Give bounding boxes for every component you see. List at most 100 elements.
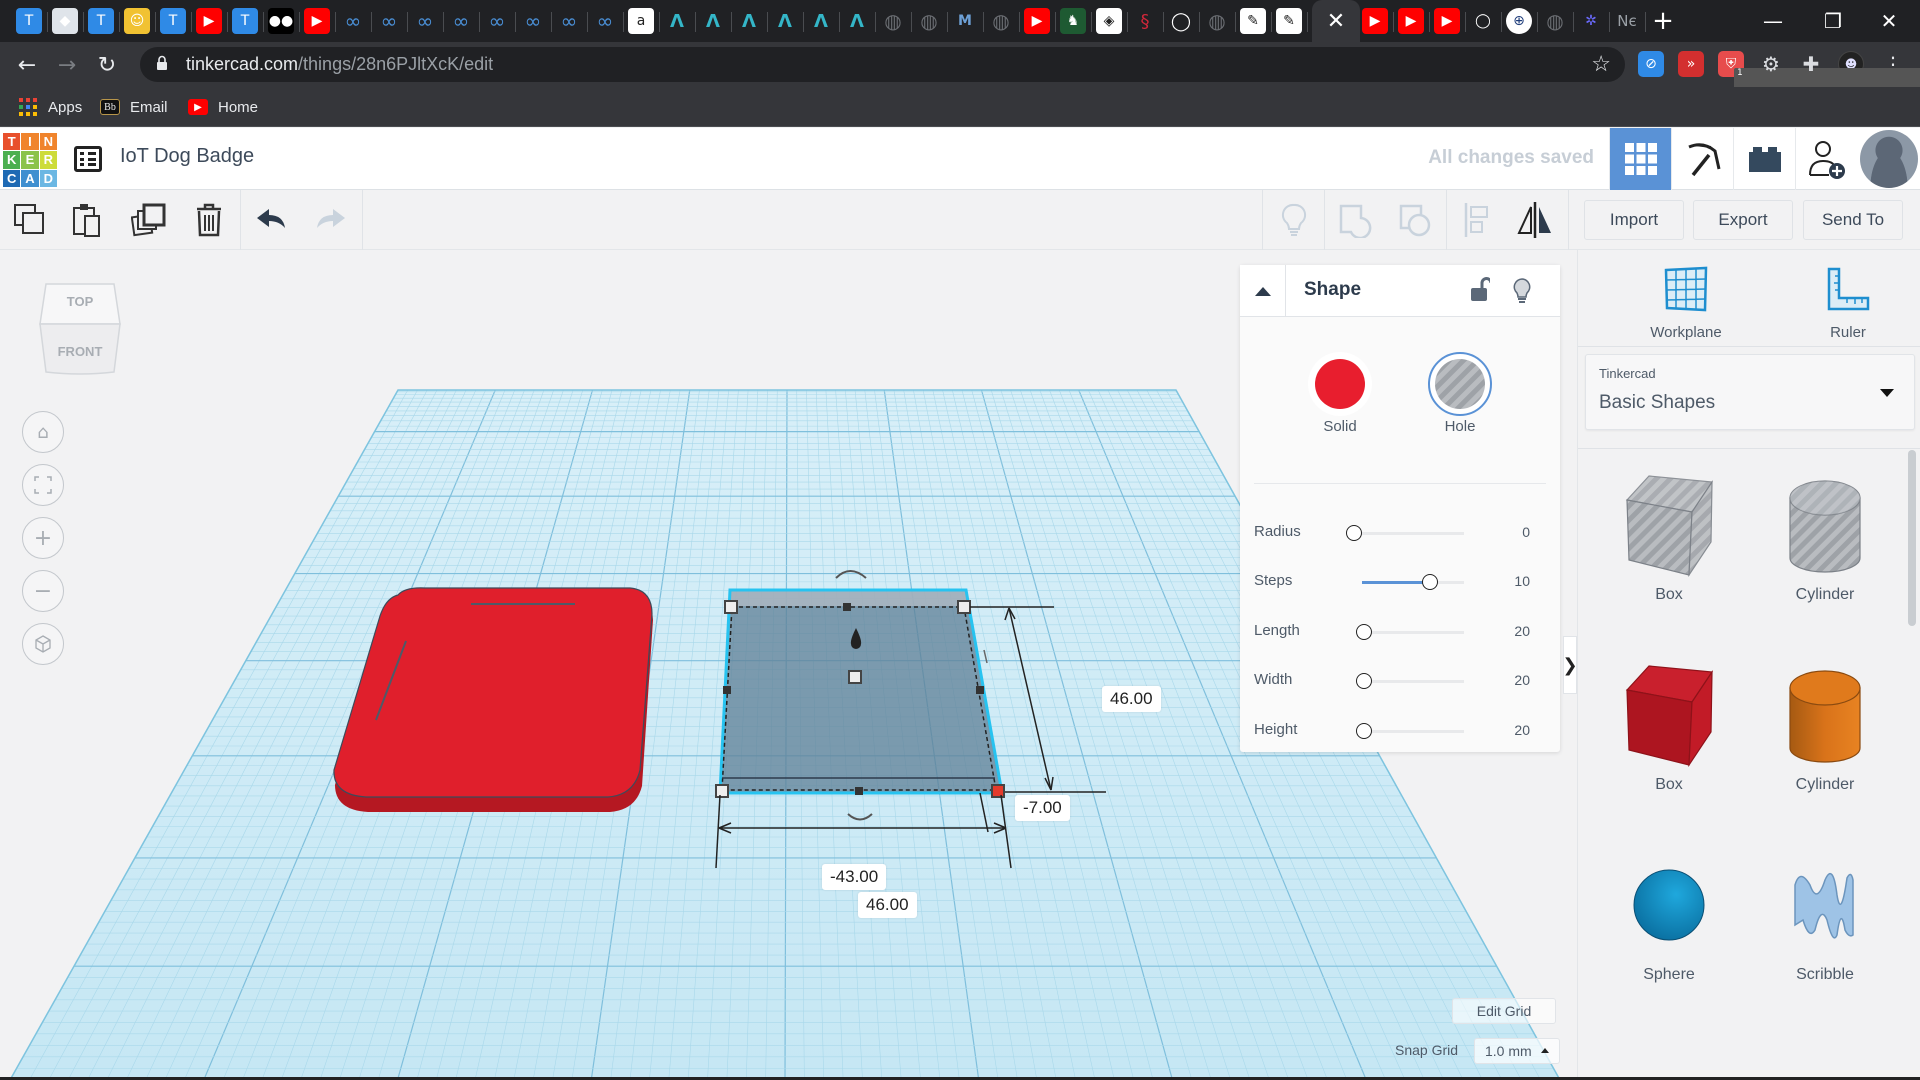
- autodesk-icon[interactable]: Λ: [700, 8, 726, 34]
- view-cube[interactable]: TOP FRONT: [38, 280, 122, 380]
- align-button[interactable]: [1455, 198, 1499, 242]
- workplane-tool[interactable]: Workplane: [1626, 266, 1746, 341]
- github-icon[interactable]: ◯: [1168, 8, 1194, 34]
- library-scrollbar[interactable]: [1908, 450, 1916, 626]
- property-value[interactable]: 10: [1514, 573, 1530, 589]
- puzzle-icon[interactable]: ✚: [1798, 51, 1824, 77]
- globe-icon[interactable]: ◍: [1204, 8, 1230, 34]
- edit-grid-button[interactable]: Edit Grid: [1452, 998, 1556, 1024]
- infinity-icon[interactable]: ∞: [340, 8, 366, 34]
- property-value[interactable]: 20: [1514, 672, 1530, 688]
- tinkercad-t-icon[interactable]: T: [16, 8, 42, 34]
- shape-sphere[interactable]: Sphere: [1604, 850, 1734, 1020]
- slider-knob[interactable]: [1346, 525, 1362, 541]
- university-seal-icon[interactable]: ⊕: [1506, 8, 1532, 34]
- undo-button[interactable]: [250, 198, 294, 242]
- dimension-x-offset[interactable]: -43.00: [822, 864, 887, 890]
- new-tab-button[interactable]: +: [1640, 6, 1686, 36]
- copy-button[interactable]: [8, 198, 52, 242]
- forward-button[interactable]: →: [52, 50, 82, 80]
- medium-icon[interactable]: ●●: [268, 8, 294, 34]
- amazon-icon[interactable]: a: [628, 8, 654, 34]
- collapse-inspector-button[interactable]: [1240, 265, 1286, 317]
- sketch-icon[interactable]: ✎: [1240, 8, 1266, 34]
- mirror-button[interactable]: [1513, 198, 1557, 242]
- fast-forward-icon[interactable]: »: [1678, 51, 1704, 77]
- drone-icon[interactable]: ✲: [1578, 8, 1604, 34]
- tinkercad-t-icon[interactable]: T: [160, 8, 186, 34]
- block-icon[interactable]: ⊘: [1638, 51, 1664, 77]
- bookmark-apps[interactable]: Apps: [18, 95, 82, 119]
- slider-knob[interactable]: [1421, 574, 1438, 590]
- youtube-icon[interactable]: ▶: [304, 8, 330, 34]
- shape-box[interactable]: Box: [1604, 660, 1734, 830]
- snap-grid-select[interactable]: 1.0 mm: [1474, 1038, 1560, 1064]
- edge-handle[interactable]: [855, 787, 863, 795]
- hole-button[interactable]: [1428, 352, 1492, 416]
- red-logo-icon[interactable]: §: [1132, 8, 1158, 34]
- property-value[interactable]: 20: [1514, 623, 1530, 639]
- slider-track[interactable]: [1364, 730, 1464, 733]
- invite-user-button[interactable]: [1795, 128, 1857, 190]
- resize-handle[interactable]: [957, 600, 971, 614]
- home-view-button[interactable]: ⌂: [22, 411, 64, 453]
- m-logo-icon[interactable]: M: [952, 8, 978, 34]
- sketch-icon[interactable]: ✎: [1276, 8, 1302, 34]
- property-value[interactable]: 20: [1514, 722, 1530, 738]
- view-cube-front[interactable]: FRONT: [38, 344, 122, 359]
- tinkercad-t-icon[interactable]: T: [88, 8, 114, 34]
- dimension-width[interactable]: 46.00: [858, 892, 917, 918]
- maximize-button[interactable]: ❐: [1810, 6, 1856, 36]
- slider-knob[interactable]: [1356, 723, 1372, 739]
- shape-cylinder[interactable]: Cylinder: [1760, 660, 1890, 830]
- tinkercad-t-icon[interactable]: T: [232, 8, 258, 34]
- show-all-button[interactable]: [1272, 198, 1316, 242]
- bookmark-email[interactable]: Bb Email: [100, 95, 168, 119]
- slider-track[interactable]: [1364, 631, 1464, 634]
- infinity-icon[interactable]: ∞: [592, 8, 618, 34]
- ungroup-button[interactable]: [1393, 198, 1437, 242]
- close-tab-icon[interactable]: ✕: [1327, 9, 1345, 34]
- hide-toggle[interactable]: [1512, 277, 1532, 309]
- autodesk-icon[interactable]: Λ: [772, 8, 798, 34]
- perspective-toggle-button[interactable]: [22, 623, 64, 665]
- send-to-button[interactable]: Send To: [1803, 200, 1903, 240]
- tinkercad-logo[interactable]: TINKERCAD: [3, 133, 57, 187]
- fit-view-button[interactable]: [22, 464, 64, 506]
- diamond-crest-icon[interactable]: ◈: [1096, 8, 1122, 34]
- zoom-out-button[interactable]: −: [22, 570, 64, 612]
- shape-category-select[interactable]: Tinkercad Basic Shapes: [1585, 354, 1915, 430]
- slider-knob[interactable]: [1356, 673, 1372, 689]
- shape-cylinder-hole[interactable]: Cylinder: [1760, 470, 1890, 640]
- youtube-icon[interactable]: ▶: [196, 8, 222, 34]
- green-crest-icon[interactable]: ♞: [1060, 8, 1086, 34]
- youtube-icon[interactable]: ▶: [1362, 8, 1388, 34]
- import-button[interactable]: Import: [1584, 200, 1684, 240]
- youtube-icon[interactable]: ▶: [1398, 8, 1424, 34]
- globe-icon[interactable]: ◍: [988, 8, 1014, 34]
- shape-box-hole[interactable]: Box: [1604, 470, 1734, 640]
- edge-handle[interactable]: [723, 686, 731, 694]
- autodesk-icon[interactable]: Λ: [808, 8, 834, 34]
- infinity-icon[interactable]: ∞: [448, 8, 474, 34]
- slider-track[interactable]: [1354, 532, 1464, 535]
- lock-toggle[interactable]: [1470, 277, 1493, 307]
- infinity-icon[interactable]: ∞: [556, 8, 582, 34]
- design-title[interactable]: IoT Dog Badge: [120, 145, 254, 168]
- autodesk-icon[interactable]: Λ: [844, 8, 870, 34]
- design-menu-icon[interactable]: [74, 146, 102, 172]
- infinity-icon[interactable]: ∞: [412, 8, 438, 34]
- back-button[interactable]: ←: [12, 50, 42, 80]
- globe-icon[interactable]: ◍: [916, 8, 942, 34]
- infinity-icon[interactable]: ∞: [520, 8, 546, 34]
- redo-button[interactable]: [308, 198, 352, 242]
- paste-button[interactable]: [66, 198, 110, 242]
- duplicate-button[interactable]: [127, 198, 171, 242]
- resize-handle[interactable]: [724, 600, 738, 614]
- delete-button[interactable]: [187, 198, 231, 242]
- zoom-in-button[interactable]: +: [22, 517, 64, 559]
- globe-icon[interactable]: ◍: [880, 8, 906, 34]
- hexagon-logo-icon[interactable]: ◆: [52, 8, 78, 34]
- globe-icon[interactable]: ◍: [1542, 8, 1568, 34]
- bookmark-star-icon[interactable]: ☆: [1591, 51, 1611, 77]
